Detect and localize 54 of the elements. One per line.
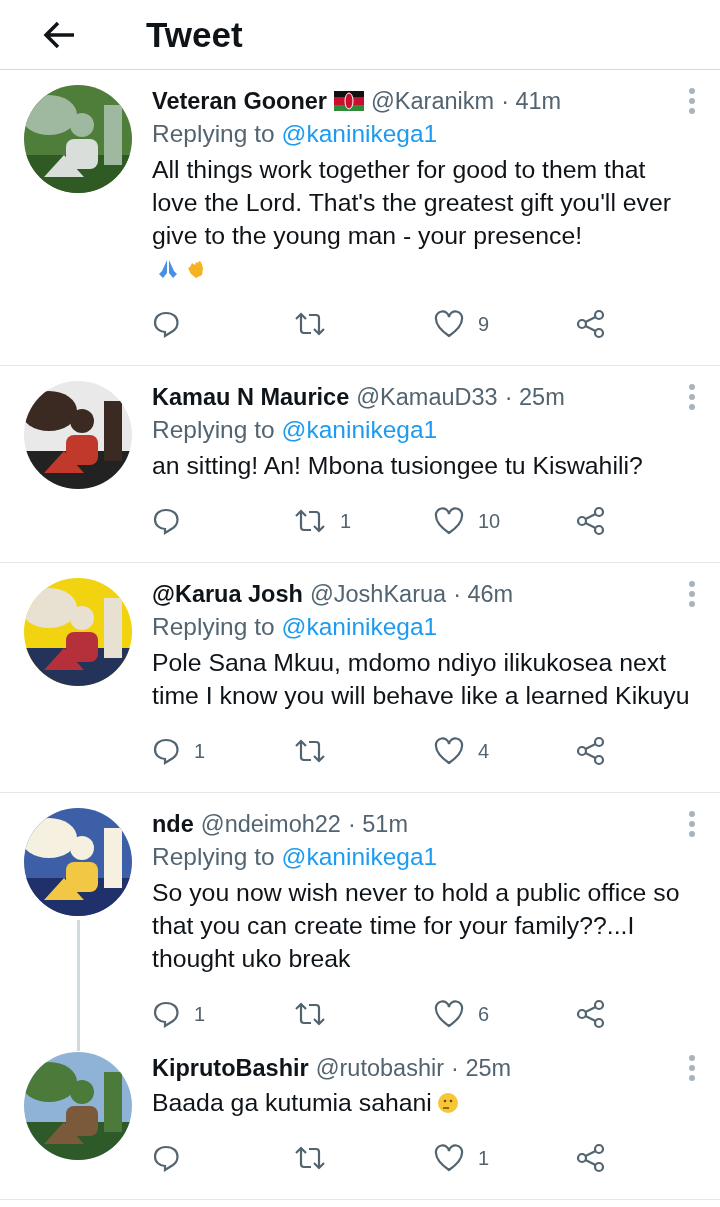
retweet-icon[interactable] (294, 507, 326, 535)
like-count: 4 (478, 739, 490, 763)
user-handle: @Karanikm (371, 87, 495, 116)
like-count: 10 (478, 509, 501, 533)
user-handle: @rutobashir (315, 1054, 445, 1083)
reply-icon[interactable] (152, 1144, 180, 1172)
like-icon[interactable] (434, 310, 464, 338)
reply-icon[interactable] (152, 1000, 180, 1028)
user-handle: @JoshKarua (309, 580, 447, 609)
like-icon[interactable] (434, 1144, 464, 1172)
retweet-icon[interactable] (294, 310, 326, 338)
replying-label: Replying to (152, 612, 275, 642)
tweet-text: So you now wish never to hold a public office so that you can create time for your family??...I thought uko break (152, 878, 681, 974)
page-title: Tweet (146, 14, 243, 55)
retweet-count: 1 (340, 509, 352, 533)
timestamp: · 46m (453, 580, 514, 609)
tweet-text: Baada ga kutumia sahani (152, 1088, 432, 1118)
like-icon[interactable] (434, 507, 464, 535)
retweet-icon[interactable] (294, 1144, 326, 1172)
tweet-text: Pole Sana Mkuu, mdomo ndiyo ilikukosea next time I know you will behave like a learned Kikuyu (152, 648, 691, 711)
user-name[interactable]: @Karua Josh (152, 578, 303, 610)
like-icon[interactable] (434, 737, 464, 765)
tweet-text: All things work together for good to them that love the Lord. That's the greatest gift you'll ever give to the young man - your presence! (152, 155, 672, 251)
retweet-icon[interactable] (294, 737, 326, 765)
user-name[interactable]: KiprutoBashir (152, 1052, 309, 1084)
timestamp: · 51m (347, 810, 408, 839)
share-icon[interactable] (576, 506, 606, 536)
reply-icon[interactable] (152, 737, 180, 765)
like-count: 6 (478, 1002, 490, 1026)
user-name[interactable]: Veteran Gooner (152, 85, 327, 117)
tweet-text: an sitting! An! Mbona tusiongee tu Kiswahili? (152, 451, 643, 481)
timestamp: · 25m (504, 383, 565, 412)
like-count: 1 (478, 1146, 490, 1170)
like-icon[interactable] (434, 1000, 464, 1028)
reply-count: 1 (194, 1002, 206, 1026)
user-name[interactable]: Kamau N Maurice (152, 381, 350, 413)
like-count: 9 (478, 312, 490, 336)
timestamp: · 41m (501, 87, 562, 116)
reply-icon[interactable] (152, 310, 180, 338)
retweet-icon[interactable] (294, 1000, 326, 1028)
share-icon[interactable] (576, 309, 606, 339)
share-icon[interactable] (576, 1143, 606, 1173)
thinking-emoji-icon (435, 1091, 460, 1115)
user-name[interactable]: nde (152, 808, 194, 840)
reply-count: 1 (194, 739, 206, 763)
user-handle: @ndeimoh22 (200, 810, 341, 839)
user-handle: @KamauD33 (356, 383, 498, 412)
reply-icon[interactable] (152, 507, 180, 535)
share-icon[interactable] (576, 999, 606, 1029)
replying-label: Replying to (152, 119, 275, 149)
share-icon[interactable] (576, 736, 606, 766)
replying-label: Replying to (152, 415, 275, 445)
replying-label: Replying to (152, 842, 275, 872)
timestamp: · 25m (451, 1054, 512, 1083)
